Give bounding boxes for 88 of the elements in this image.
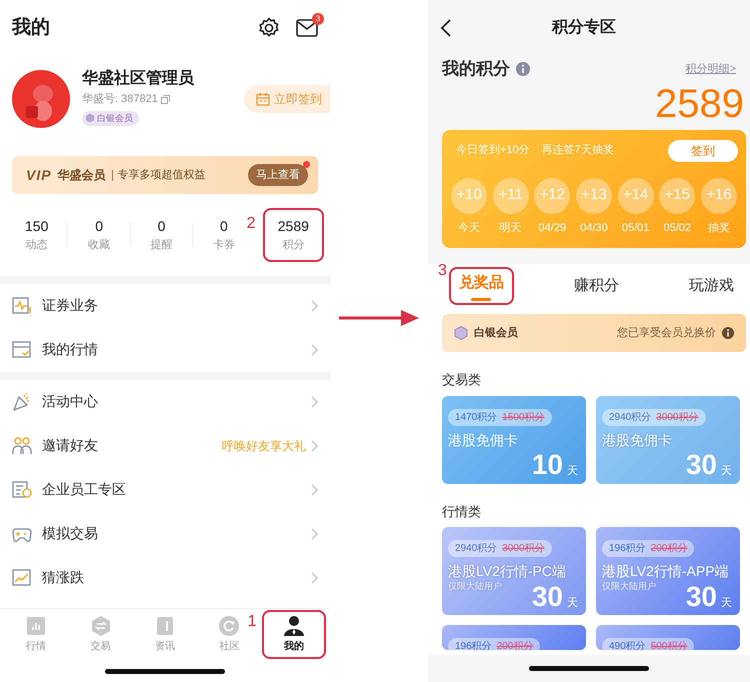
price-tag: 1470积分 1500积分 [448, 408, 552, 426]
stat-item[interactable]: 0 收藏 [68, 208, 130, 262]
day-label: 04/30 [580, 220, 608, 236]
calendar-icon [256, 92, 270, 106]
page-title: 我的 [12, 16, 50, 40]
price-tag: 2940积分 3000积分 [602, 408, 706, 426]
card-icon [12, 340, 32, 360]
day-bonus: +13 [576, 178, 612, 214]
day-bonus: +16 [700, 178, 737, 214]
step-number: 1 [248, 614, 257, 630]
chevron-right-icon [310, 344, 318, 356]
view-button[interactable]: 马上查看 [248, 164, 308, 186]
step-number: 2 [246, 216, 256, 232]
duration-value: 30 [686, 451, 717, 479]
brand-name: 华盛会员 [58, 167, 106, 184]
settings-icon[interactable] [258, 17, 280, 39]
mail-icon[interactable] [296, 19, 318, 37]
day-label: 今天 [458, 220, 480, 236]
info-icon[interactable] [516, 62, 530, 76]
avatar-icon [12, 70, 70, 128]
line-chart-icon [12, 568, 32, 588]
hexagon-icon [85, 113, 95, 124]
vip-logo: VIP [26, 166, 52, 184]
day-bonus: +15 [659, 178, 696, 214]
points-details-link[interactable]: 积分明细> [686, 60, 736, 77]
chevron-right-icon [310, 484, 318, 496]
page-title: 积分专区 [550, 17, 617, 38]
duration-value: 30 [532, 582, 563, 610]
chevron-right-icon [310, 396, 318, 408]
day-label: 明天 [500, 220, 522, 236]
stat-item[interactable]: 150 动态 [6, 208, 68, 262]
document-icon [12, 480, 32, 500]
duration-unit: 天 [567, 464, 578, 479]
chevron-right-icon [310, 572, 318, 584]
day-bonus: +12 [534, 178, 570, 214]
account-number: 华盛号: 387821 [82, 92, 158, 107]
reward-name: 港股免佣卡 [602, 432, 673, 448]
chevron-right-icon [310, 440, 318, 452]
bar-chart-icon [25, 615, 48, 637]
points-total: 2589 [654, 82, 745, 126]
price-tag: 2940积分 3000积分 [448, 540, 552, 557]
back-icon[interactable] [440, 18, 452, 38]
reward-name: 港股免佣卡 [448, 432, 519, 448]
hexagon-icon [454, 326, 468, 340]
reward-name: 港股LV2行情-APP端 [602, 563, 730, 580]
chevron-right-icon [310, 300, 318, 312]
day-label: 05/02 [664, 220, 692, 236]
user-name: 华盛社区管理员 [82, 68, 194, 89]
section-title: 我的积分 [442, 58, 510, 80]
promo-text: 呼唤好友享大礼 [222, 438, 306, 454]
vip-banner[interactable]: VIP 华盛会员 专享多项超值权益 马上查看 [12, 156, 318, 194]
duration-value: 10 [532, 451, 563, 479]
day-bonus: +14 [618, 178, 654, 214]
streak-text: 再连签7天抽奖 [542, 143, 614, 158]
day-label: 05/01 [622, 220, 650, 236]
duration-unit: 天 [721, 464, 732, 479]
check-in-reward: 今日签到+10分 [456, 143, 530, 158]
notification-badge: 3 [312, 13, 324, 25]
member-price-text: 您已享受会员兑换价 [617, 326, 716, 341]
duration-unit: 天 [721, 596, 732, 610]
tab[interactable]: 玩游戏 [679, 270, 744, 302]
duration-value: 30 [686, 582, 717, 610]
reward-note: 仅限大陆用户 [602, 580, 657, 593]
stat-item[interactable]: 0 提醒 [130, 208, 192, 262]
chart-icon [12, 296, 32, 316]
price-tag: 196积分 200积分 [602, 540, 694, 557]
member-level: 白银会员 [474, 326, 518, 341]
reward-card[interactable]: 1470积分 1500积分 港股免佣卡 10 天 [442, 396, 586, 484]
tab[interactable]: 赚积分 [564, 270, 629, 302]
member-level-tag: 白银会员 [82, 110, 139, 126]
reward-name: 港股LV2行情-PC端 [448, 563, 567, 580]
duration-unit: 天 [567, 596, 578, 610]
day-bonus: +10 [451, 178, 487, 214]
day-bonus: +11 [492, 178, 529, 214]
people-icon [12, 436, 32, 456]
category-title: 行情类 [442, 502, 482, 520]
category-title: 交易类 [442, 371, 482, 389]
exchange-icon [90, 615, 112, 637]
day-label: 抽奖 [708, 220, 730, 236]
banner-text: 专享多项超值权益 [112, 170, 206, 180]
refresh-icon [218, 615, 240, 637]
reward-card[interactable]: 196积分 200积分 港股LV2行情-APP端 仅限大陆用户 30 天 [596, 527, 740, 615]
day-label: 04/29 [538, 220, 566, 236]
person-icon [282, 615, 305, 637]
info-icon[interactable] [722, 327, 734, 339]
reward-note: 仅限大陆用户 [448, 580, 503, 593]
party-popper-icon [12, 392, 32, 412]
chevron-right-icon [310, 528, 318, 540]
